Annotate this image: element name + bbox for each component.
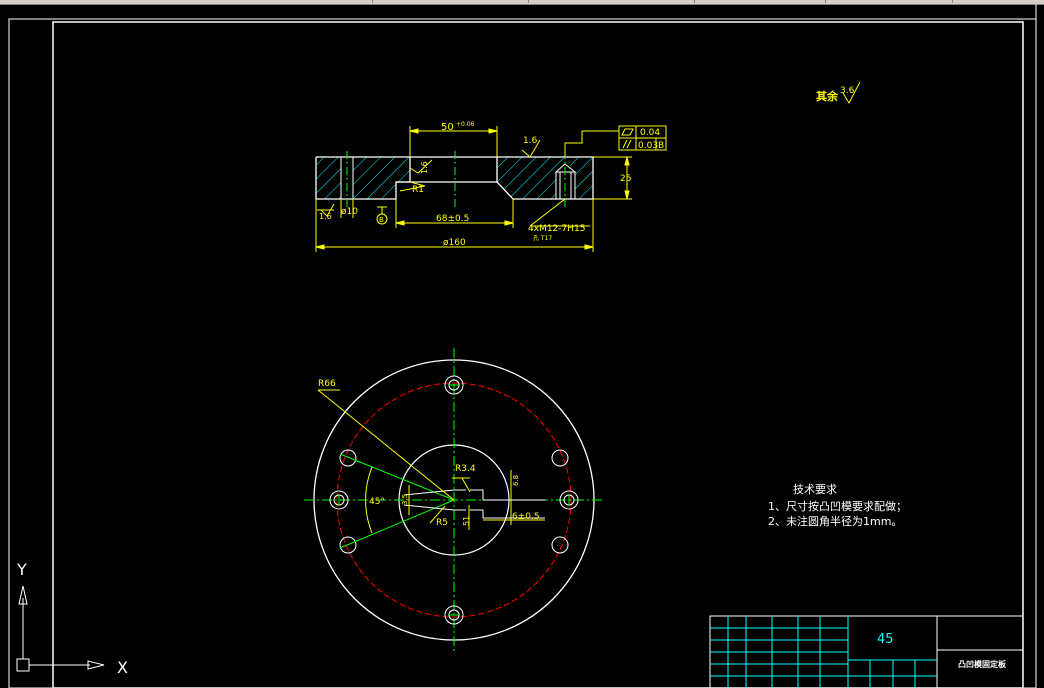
pin-hole — [551, 536, 569, 554]
plan-view: R66 R3.4 R5 45° 6±0.5 51 6.8 3.5 — [304, 348, 603, 652]
roughness-note: 其余 3.6 — [816, 81, 861, 105]
radius-r5: R5 — [436, 518, 448, 528]
ucs-y-label: Y — [16, 560, 27, 579]
dim-51-text: 51 — [462, 516, 471, 526]
roughness-note-value: 3.6 — [840, 86, 855, 96]
roughness-left-text: 1.6 — [319, 212, 332, 221]
leader-r66 — [317, 389, 455, 501]
datum-ref: B — [658, 141, 664, 151]
arrow — [488, 128, 498, 134]
radius-r1: R1 — [412, 185, 424, 195]
tech-notes: 技术要求 1、尺寸按凸凹模要求配做； 2、未注圆角半径为1mm。 — [768, 483, 907, 528]
tech-notes-line2: 2、未注圆角半径为1mm。 — [768, 514, 902, 528]
dim-small-text: 3.5 — [401, 494, 409, 505]
pin-hole — [551, 449, 569, 467]
gdt-leader — [564, 131, 583, 157]
section-view: 50 +0.06 1.6 0.04 0.03 B 1.6 R1 25 1.6 ø… — [315, 121, 667, 252]
thread-callout: 4xM12-7H15 — [528, 224, 585, 234]
tech-notes-line1: 1、尺寸按凸凹模要求配做； — [768, 499, 907, 513]
arrow — [409, 128, 419, 134]
section-hatch-right — [497, 157, 593, 199]
material-text: 45 — [877, 632, 894, 647]
parallel-value: 0.03 — [638, 141, 658, 151]
pin-hole — [339, 449, 357, 467]
ucs-icon — [16, 585, 105, 672]
dim-tol-50: +0.06 — [456, 121, 475, 128]
radius-r66: R66 — [318, 379, 336, 389]
tech-notes-title: 技术要求 — [793, 483, 837, 496]
ucs-x-label: X — [117, 658, 128, 677]
drawing-canvas[interactable]: 50 +0.06 1.6 0.04 0.03 B 1.6 R1 25 1.6 ø… — [0, 0, 1044, 688]
arrow — [584, 244, 594, 250]
punch-profile — [470, 489, 545, 501]
part-name: 凸凹模固定板 — [958, 659, 1007, 669]
arrow — [315, 244, 325, 250]
dim-text-25: 25 — [620, 174, 631, 184]
leader-thread — [529, 198, 566, 227]
datum-b: B — [379, 216, 384, 224]
arrow — [624, 190, 630, 200]
flatness-value: 0.04 — [640, 128, 660, 138]
parallel-symbol — [626, 139, 632, 149]
hole-dia: ø10 — [341, 207, 358, 217]
title-block — [709, 615, 1024, 688]
drawing-frame — [52, 21, 1024, 688]
angle-45: 45° — [369, 497, 385, 507]
dim-text-50: 50 — [441, 122, 454, 133]
angle-ray — [339, 453, 455, 501]
arrow — [395, 220, 405, 226]
dim-vert-text: 6.8 — [512, 475, 520, 486]
flatness-symbol — [621, 128, 634, 136]
roughness-side-text: 1.6 — [420, 161, 429, 174]
roughness-note-prefix: 其余 — [816, 89, 839, 103]
dim-6-5: 6±0.5 — [512, 512, 540, 522]
arrow — [624, 156, 630, 166]
sheet-outer-border — [8, 18, 1037, 688]
radius-r34: R3.4 — [455, 464, 476, 474]
dim-text-160: ø160 — [443, 238, 466, 248]
roughness-top-text: 1.6 — [523, 136, 538, 146]
arrow — [504, 220, 514, 226]
ucs-origin-box — [16, 658, 30, 672]
dim-text-68: 68±0.5 — [436, 214, 469, 224]
parallel-symbol — [622, 139, 628, 149]
ucs-x-arrow — [87, 660, 105, 670]
thread-sub: 孔 T17 — [533, 234, 552, 242]
